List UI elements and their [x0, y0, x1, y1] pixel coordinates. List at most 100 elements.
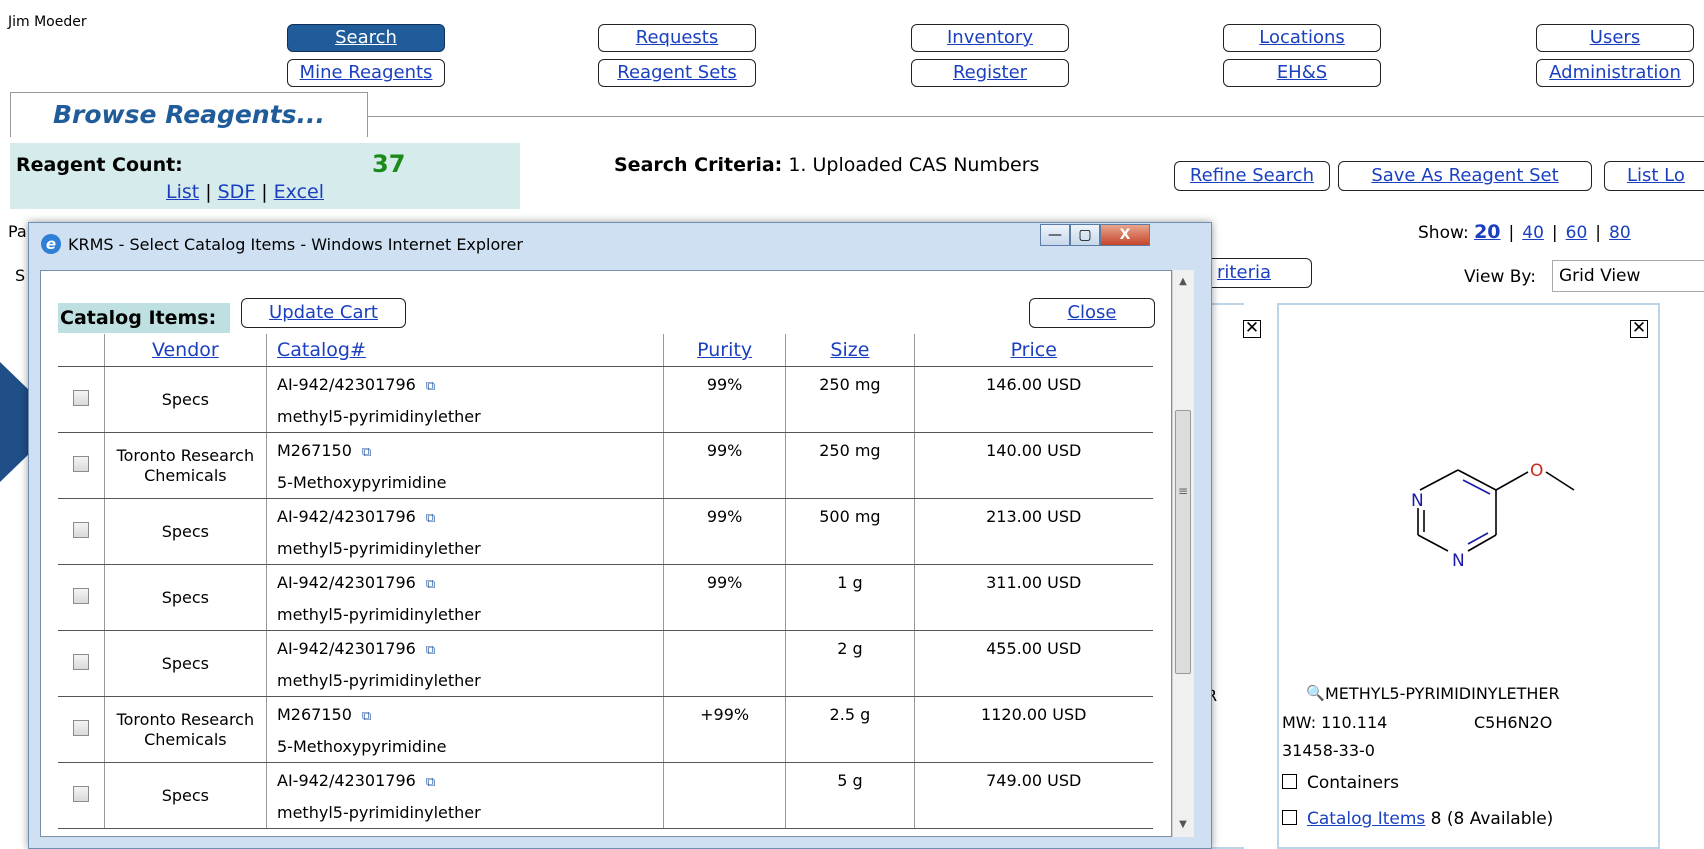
view-by-select[interactable]: Grid View: [1552, 260, 1704, 292]
purity-column-header[interactable]: Purity: [662, 334, 786, 367]
refine-search-button[interactable]: Refine Search: [1174, 161, 1330, 191]
maximize-icon[interactable]: ▢: [1070, 224, 1100, 246]
vendor-cell: Specs: [103, 762, 267, 829]
external-link-icon[interactable]: ⧉: [426, 379, 435, 394]
table-row: Specs AI-942/42301796 ⧉ methyl5-pyrimidiny…: [58, 366, 1153, 433]
size-cell: 2.5 g: [829, 705, 871, 724]
price-cell: 1120.00 USD: [981, 705, 1087, 724]
row-checkbox[interactable]: [72, 521, 89, 538]
vendor-cell: Specs: [103, 564, 267, 631]
external-link-icon[interactable]: ⧉: [426, 577, 435, 592]
update-cart-button[interactable]: Update Cart: [241, 298, 406, 328]
price-cell: 213.00 USD: [986, 507, 1082, 526]
price-cell: 749.00 USD: [986, 771, 1082, 790]
row-checkbox[interactable]: [72, 719, 89, 736]
window-title: KRMS - Select Catalog Items - Windows In…: [68, 235, 523, 254]
reagent-name: METHYL5-PYRIMIDINYLETHER: [1325, 684, 1560, 703]
close-button[interactable]: Close: [1029, 298, 1155, 328]
show-60-link[interactable]: 60: [1566, 223, 1588, 243]
scrollbar-thumb[interactable]: [1175, 410, 1191, 674]
catalog-item-name: methyl5-pyrimidinylether: [277, 671, 481, 690]
external-link-icon[interactable]: ⧉: [426, 511, 435, 526]
external-link-icon[interactable]: ⧉: [362, 709, 371, 724]
row-checkbox[interactable]: [72, 455, 89, 472]
row-checkbox[interactable]: [72, 389, 89, 406]
search-criteria-label: Search Criteria:: [614, 154, 783, 176]
external-link-icon[interactable]: ⧉: [426, 643, 435, 658]
table-header: Vendor Catalog# Purity Size Price: [58, 334, 1153, 367]
row-checkbox[interactable]: [72, 587, 89, 604]
containers-checkbox[interactable]: [1282, 774, 1297, 789]
show-40-link[interactable]: 40: [1522, 223, 1544, 243]
size-cell: 250 mg: [819, 375, 881, 394]
row-checkbox[interactable]: [72, 653, 89, 670]
nav-inventory[interactable]: Inventory: [911, 24, 1069, 52]
table-row: Specs AI-942/42301796 ⧉ methyl5-pyrimidiny…: [58, 498, 1153, 565]
purity-cell: 99%: [706, 441, 743, 460]
catalog-column-header[interactable]: Catalog#: [266, 334, 664, 367]
user-name: Jim Moeder: [8, 14, 87, 30]
vendor-column-header[interactable]: Vendor: [103, 334, 267, 367]
external-link-icon[interactable]: ⧉: [362, 445, 371, 460]
vendor-cell: Specs: [103, 366, 267, 433]
search-criteria-value: 1. Uploaded CAS Numbers: [788, 154, 1040, 176]
show-20-link[interactable]: 20: [1474, 221, 1500, 243]
remove-card-icon[interactable]: ✕: [1243, 320, 1261, 338]
export-sdf-link[interactable]: SDF: [218, 181, 256, 203]
scroll-up-icon[interactable]: ▲: [1172, 272, 1194, 292]
nav-ehs[interactable]: EH&S: [1223, 59, 1381, 87]
nav-administration[interactable]: Administration: [1536, 59, 1694, 87]
nav-search[interactable]: Search: [287, 24, 445, 52]
magnifier-icon[interactable]: 🔍: [1306, 684, 1325, 702]
table-row: Specs AI-942/42301796 ⧉ methyl5-pyrimidiny…: [58, 564, 1153, 631]
export-list-link[interactable]: List: [166, 181, 199, 203]
containers-label: Containers: [1307, 773, 1399, 793]
reagent-mw: MW: 110.114: [1282, 713, 1388, 732]
size-cell: 5 g: [837, 771, 863, 790]
scroll-down-icon[interactable]: ▼: [1172, 815, 1194, 835]
catalog-items-toggle[interactable]: Catalog Items 8 (8 Available): [1282, 809, 1553, 829]
size-cell: 1 g: [837, 573, 863, 592]
catalog-item-name: 5-Methoxypyrimidine: [277, 737, 447, 756]
external-link-icon[interactable]: ⧉: [426, 775, 435, 790]
catalog-item-name: 5-Methoxypyrimidine: [277, 473, 447, 492]
reagent-count-value: 37: [372, 150, 406, 178]
atom-o-label: O: [1530, 461, 1543, 481]
minimize-icon[interactable]: —: [1040, 224, 1070, 246]
show-80-link[interactable]: 80: [1609, 223, 1631, 243]
catalog-item-name: methyl5-pyrimidinylether: [277, 803, 481, 822]
row-checkbox[interactable]: [72, 785, 89, 802]
catalog-items-checkbox[interactable]: [1282, 810, 1297, 825]
catalog-items-table: Vendor Catalog# Purity Size Price Specs …: [58, 334, 1153, 829]
nav-mine-reagents[interactable]: Mine Reagents: [287, 59, 445, 87]
nav-requests[interactable]: Requests: [598, 24, 756, 52]
nav-users[interactable]: Users: [1536, 24, 1694, 52]
price-column-header[interactable]: Price: [913, 334, 1153, 367]
price-cell: 140.00 USD: [986, 441, 1082, 460]
size-column-header[interactable]: Size: [785, 334, 914, 367]
nav-register[interactable]: Register: [911, 59, 1069, 87]
search-criteria: Search Criteria: 1. Uploaded CAS Numbers: [614, 154, 1039, 176]
show-label: Show:: [1418, 223, 1469, 243]
purity-cell: 99%: [706, 507, 743, 526]
nav-locations[interactable]: Locations: [1223, 24, 1381, 52]
size-cell: 500 mg: [819, 507, 881, 526]
table-row: Specs AI-942/42301796 ⧉ methyl5-pyrimidiny…: [58, 762, 1153, 829]
save-as-reagent-set-button[interactable]: Save As Reagent Set: [1338, 161, 1592, 191]
catalog-number: M267150: [277, 705, 352, 724]
nav-reagent-sets[interactable]: Reagent Sets: [598, 59, 756, 87]
catalog-items-label: Catalog Items:: [58, 303, 230, 333]
table-row: Toronto Research Chemicals M267150 ⧉ 5-Met…: [58, 696, 1153, 763]
price-cell: 146.00 USD: [986, 375, 1082, 394]
list-locations-button[interactable]: List Lo: [1604, 161, 1704, 191]
vendor-cell: Toronto Research Chemicals: [103, 696, 267, 763]
price-cell: 311.00 USD: [986, 573, 1082, 592]
catalog-number: AI-942/42301796: [277, 375, 416, 394]
export-excel-link[interactable]: Excel: [274, 181, 324, 203]
catalog-number: AI-942/42301796: [277, 639, 416, 658]
price-cell: 455.00 USD: [986, 639, 1082, 658]
containers-toggle[interactable]: Containers: [1282, 773, 1399, 793]
remove-card-icon[interactable]: ✕: [1630, 320, 1648, 338]
catalog-items-link[interactable]: Catalog Items: [1307, 809, 1425, 829]
window-close-icon[interactable]: X: [1100, 224, 1150, 246]
